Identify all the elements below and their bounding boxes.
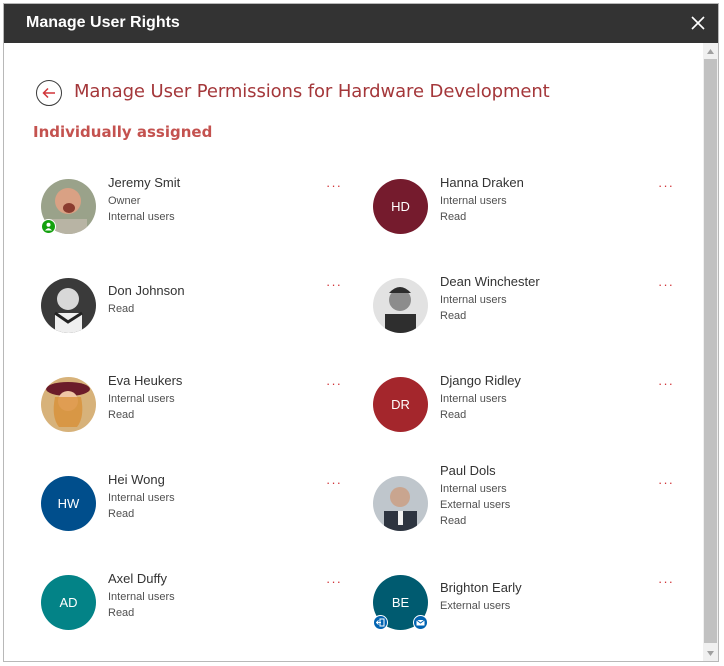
user-detail: External users — [440, 499, 511, 511]
user-info: Django Ridley Internal users Read — [440, 373, 521, 423]
user-name: Hanna Draken — [440, 175, 524, 190]
scroll-up-icon[interactable] — [703, 45, 718, 57]
user-card[interactable]: DR Django Ridley Internal users Read ··· — [373, 373, 674, 437]
manage-user-rights-dialog: Manage User Rights Manage User Permissio… — [3, 3, 719, 662]
user-info: Paul Dols Internal users External users Rea… — [440, 463, 510, 529]
user-info: Hanna Draken Internal users Read — [440, 175, 524, 225]
dialog-titlebar: Manage User Rights — [4, 4, 718, 43]
more-options-icon[interactable]: ··· — [326, 278, 342, 291]
user-name: Jeremy Smit — [108, 175, 181, 190]
dialog-title: Manage User Rights — [26, 14, 180, 31]
avatar-initials: HW — [57, 496, 80, 511]
back-arrow-icon[interactable] — [36, 80, 62, 106]
user-detail: Read — [440, 310, 467, 322]
user-detail: Internal users — [440, 294, 507, 306]
user-name: Axel Duffy — [108, 571, 168, 586]
user-detail: Read — [108, 508, 135, 520]
dialog-content: Manage User Permissions for Hardware Dev… — [4, 43, 704, 661]
close-icon[interactable] — [686, 11, 710, 35]
user-info: Don Johnson Read — [108, 283, 185, 317]
user-name: Brighton Early — [440, 580, 522, 595]
user-card[interactable]: AD Axel Duffy Internal users Read ··· — [41, 571, 342, 635]
user-detail: Owner — [108, 195, 141, 207]
avatar: HW — [41, 476, 96, 531]
more-options-icon[interactable]: ··· — [658, 575, 674, 588]
user-detail: Read — [108, 303, 135, 315]
user-detail: Internal users — [440, 393, 507, 405]
user-name: Dean Winchester — [440, 274, 540, 289]
user-info: Hei Wong Internal users Read — [108, 472, 175, 522]
avatar — [41, 278, 96, 333]
user-info: Jeremy Smit Owner Internal users — [108, 175, 180, 225]
page-title: Manage User Permissions for Hardware Dev… — [74, 81, 550, 102]
more-options-icon[interactable]: ··· — [658, 476, 674, 489]
user-card[interactable]: Jeremy Smit Owner Internal users ··· — [41, 175, 342, 239]
more-options-icon[interactable]: ··· — [658, 377, 674, 390]
more-options-icon[interactable]: ··· — [326, 377, 342, 390]
user-card[interactable]: HW Hei Wong Internal users Read ··· — [41, 472, 342, 536]
user-info: Dean Winchester Internal users Read — [440, 274, 540, 324]
user-detail: Read — [440, 515, 467, 527]
more-options-icon[interactable]: ··· — [326, 179, 342, 192]
user-name: Hei Wong — [108, 472, 165, 487]
user-card[interactable]: Eva Heukers Internal users Read ··· — [41, 373, 342, 437]
user-info: Brighton Early External users — [440, 580, 522, 614]
user-card[interactable]: Paul Dols Internal users External users Rea… — [373, 463, 674, 536]
owner-person-icon — [41, 219, 56, 234]
user-name: Paul Dols — [440, 463, 496, 478]
user-info: Axel Duffy Internal users Read — [108, 571, 175, 621]
user-detail: Internal users — [108, 591, 175, 603]
user-info: Eva Heukers Internal users Read — [108, 373, 182, 423]
mail-icon — [413, 615, 428, 630]
user-detail: Read — [440, 211, 467, 223]
avatar — [373, 278, 428, 333]
user-detail: External users — [440, 600, 511, 612]
user-name: Eva Heukers — [108, 373, 183, 388]
more-options-icon[interactable]: ··· — [658, 179, 674, 192]
external-exit-icon — [373, 615, 388, 630]
user-card[interactable]: Don Johnson Read ··· — [41, 278, 341, 338]
more-options-icon[interactable]: ··· — [326, 575, 342, 588]
user-card[interactable]: HD Hanna Draken Internal users Read ··· — [373, 175, 674, 239]
avatar — [373, 476, 428, 531]
user-name: Don Johnson — [108, 283, 185, 298]
avatar-initials: BE — [391, 595, 410, 610]
user-detail: Internal users — [440, 195, 507, 207]
user-detail: Read — [440, 409, 467, 421]
user-detail: Read — [108, 607, 135, 619]
avatar: HD — [373, 179, 428, 234]
user-detail: Internal users — [108, 211, 175, 223]
scroll-down-icon[interactable] — [703, 647, 718, 659]
avatar — [41, 377, 96, 432]
avatar-initials: DR — [391, 397, 410, 412]
more-options-icon[interactable]: ··· — [326, 476, 342, 489]
user-detail: Internal users — [108, 492, 175, 504]
user-card[interactable]: BE Brighton Early External users ··· — [373, 575, 673, 635]
user-detail: Read — [108, 409, 135, 421]
avatar-initials: AD — [59, 595, 78, 610]
user-detail: Internal users — [440, 483, 507, 495]
avatar-initials: HD — [391, 199, 410, 214]
avatar: AD — [41, 575, 96, 630]
user-detail: Internal users — [108, 393, 175, 405]
vertical-scrollbar[interactable] — [703, 43, 718, 661]
more-options-icon[interactable]: ··· — [658, 278, 674, 291]
section-title: Individually assigned — [33, 123, 213, 141]
scrollbar-thumb[interactable] — [704, 59, 717, 643]
user-card[interactable]: Dean Winchester Internal users Read ··· — [373, 274, 674, 338]
avatar: DR — [373, 377, 428, 432]
user-name: Django Ridley — [440, 373, 521, 388]
